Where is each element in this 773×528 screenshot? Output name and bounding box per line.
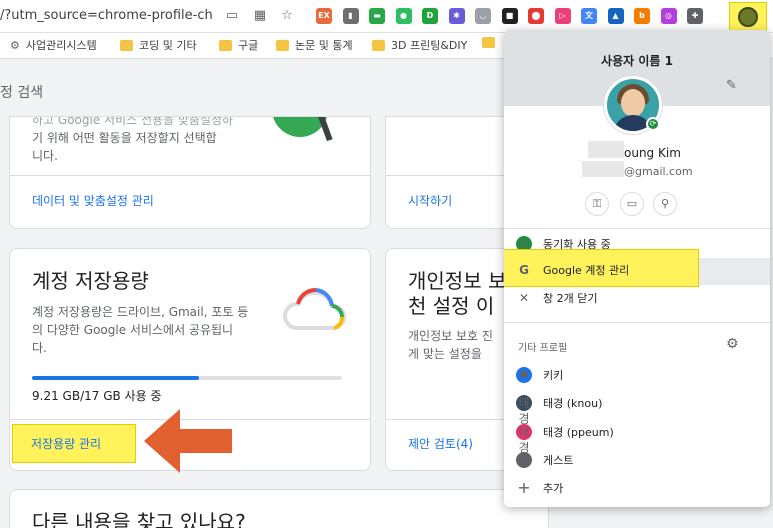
edit-pencil-icon[interactable]: ✎ — [726, 78, 737, 93]
divider — [504, 228, 770, 229]
ext-instagram-icon[interactable]: ◎ — [660, 8, 677, 24]
profile-badge-icon: 태경 — [516, 424, 532, 455]
storage-progress-fill — [32, 376, 200, 380]
get-started-link[interactable]: 시작하기 — [408, 192, 452, 209]
cast-icon[interactable]: ▭ — [222, 6, 242, 26]
ext-purple-icon[interactable]: ✱ — [448, 8, 465, 24]
ext-blue-cap-icon[interactable]: ▲ — [607, 8, 624, 24]
plus-icon: + — [517, 478, 531, 497]
profile-badge-icon: 태경 — [516, 395, 532, 426]
other-profiles-label: 기타 프로필 — [518, 343, 568, 354]
card-icon: ▭ — [626, 197, 638, 210]
privacy-title: 개인정보 보 천 설정 이 — [408, 269, 507, 318]
guest-icon: ● — [516, 452, 532, 468]
storage-usage: 9.21 GB/17 GB 사용 중 — [32, 389, 162, 403]
bookmark-folder[interactable]: 구글 — [219, 37, 258, 53]
folder-icon — [482, 37, 495, 48]
qr-icon[interactable]: ▦ — [250, 6, 270, 26]
folder-icon — [219, 39, 232, 51]
ext-orange-b-icon[interactable]: b — [634, 8, 650, 24]
search-input[interactable]: 정 검색 — [0, 68, 510, 114]
review-suggestions-link[interactable]: 제안 검토(4) — [408, 435, 473, 452]
folder-icon — [372, 39, 385, 51]
puzzle-icon[interactable]: ✚ — [687, 8, 703, 24]
browser-toolbar: /?utm_source=chrome-profile-cho... ▭ ▦ ☆… — [0, 0, 773, 33]
profile-avatar-button[interactable] — [738, 7, 758, 27]
key-icon: ⚿ — [592, 197, 602, 210]
bookmark-folder[interactable] — [482, 37, 495, 48]
storage-description: 계정 저장용량은 드라이브, Gmail, 포토 등 의 다양한 Google … — [32, 305, 249, 355]
avatar-face — [621, 89, 645, 117]
bookmark-item[interactable]: ⚙ 사업관리시스템 — [10, 37, 97, 53]
ext-money-icon[interactable]: ▬ — [369, 8, 385, 24]
manage-storage-link[interactable]: 저장용량 관리 — [31, 435, 101, 452]
card-divider — [10, 175, 370, 176]
translate-icon[interactable]: 文 — [581, 8, 597, 24]
profile-menu-popup: 사용자 이름 1 ✎ ⟳ oung Kim @gmail.com ⚿ ▭ ⚲ ⟳… — [504, 30, 770, 507]
profile-item-knou[interactable]: 태경 태경 (knou) — [504, 389, 770, 426]
ext-square-icon[interactable]: ■ — [501, 8, 518, 24]
bookmark-folder[interactable]: 논문 및 통계 — [276, 37, 353, 53]
google-g-icon: G — [519, 263, 529, 277]
bookmark-folder[interactable]: 3D 프린팅&DIY — [372, 37, 467, 53]
sync-badge-icon: ⟳ — [646, 117, 660, 131]
passwords-button[interactable]: ⚿ — [585, 192, 609, 216]
ext-pink-icon[interactable]: ▷ — [554, 8, 571, 24]
manage-google-account-item[interactable]: G Google 계정 관리 — [504, 256, 770, 284]
divider — [504, 322, 770, 323]
location-icon: ⚲ — [660, 197, 670, 210]
redacted-email — [582, 161, 624, 177]
gear-site-icon: ⚙ — [10, 38, 20, 52]
storage-progress-bar — [32, 376, 342, 380]
account-email: @gmail.com — [624, 165, 693, 178]
arrow-indicator — [144, 409, 232, 473]
payments-button[interactable]: ▭ — [620, 192, 644, 216]
pocket-icon[interactable]: ◡ — [475, 8, 491, 24]
manage-data-link[interactable]: 데이터 및 맞춤설정 관리 — [32, 192, 154, 209]
card-description: 하고 Google 서비스 전용을 맞춤설정하 기 위해 어떤 활동을 저장할지… — [32, 116, 234, 163]
profile-item-ppeum[interactable]: 태경 태경 (ppeum) — [504, 418, 770, 455]
redacted-name — [588, 141, 624, 158]
ext-green-d-icon[interactable]: D — [422, 8, 438, 24]
add-profile-item[interactable]: + 추가 — [504, 474, 770, 502]
folder-icon — [276, 39, 289, 51]
account-name: oung Kim — [624, 146, 681, 160]
addresses-button[interactable]: ⚲ — [653, 192, 677, 216]
folder-icon — [120, 39, 133, 51]
gear-icon[interactable]: ⚙ — [726, 336, 739, 352]
profile-item-kiki[interactable]: ● 키키 — [504, 361, 770, 389]
profile-name-title: 사용자 이름 1 — [601, 54, 673, 68]
help-title: 다른 내용을 찾고 있나요? — [32, 510, 246, 528]
help-card: 다른 내용을 찾고 있나요? — [9, 489, 549, 528]
privacy-description: 개인정보 보호 진 게 맞는 설정을 — [408, 329, 493, 361]
person-icon: ● — [516, 367, 532, 383]
star-icon[interactable]: ☆ — [277, 6, 297, 26]
data-personalization-card: 하고 Google 서비스 전용을 맞춤설정하 기 위해 어떤 활동을 저장할지… — [9, 116, 371, 229]
ext-red-icon[interactable]: ⬤ — [528, 8, 544, 24]
storage-title: 계정 저장용량 — [32, 269, 149, 293]
evernote-icon[interactable]: ● — [395, 8, 412, 24]
ex-icon[interactable]: EX — [316, 8, 332, 24]
close-windows-item[interactable]: ✕ 창 2개 닫기 — [504, 284, 770, 312]
ext-gray-icon[interactable]: ▮ — [342, 8, 359, 24]
address-bar[interactable]: /?utm_source=chrome-profile-cho... — [0, 8, 212, 23]
cloud-icon — [283, 287, 347, 330]
profile-item-guest[interactable]: ● 게스트 — [504, 446, 770, 474]
bookmark-folder[interactable]: 코딩 및 기타 — [120, 37, 197, 53]
close-icon: ✕ — [518, 291, 530, 305]
